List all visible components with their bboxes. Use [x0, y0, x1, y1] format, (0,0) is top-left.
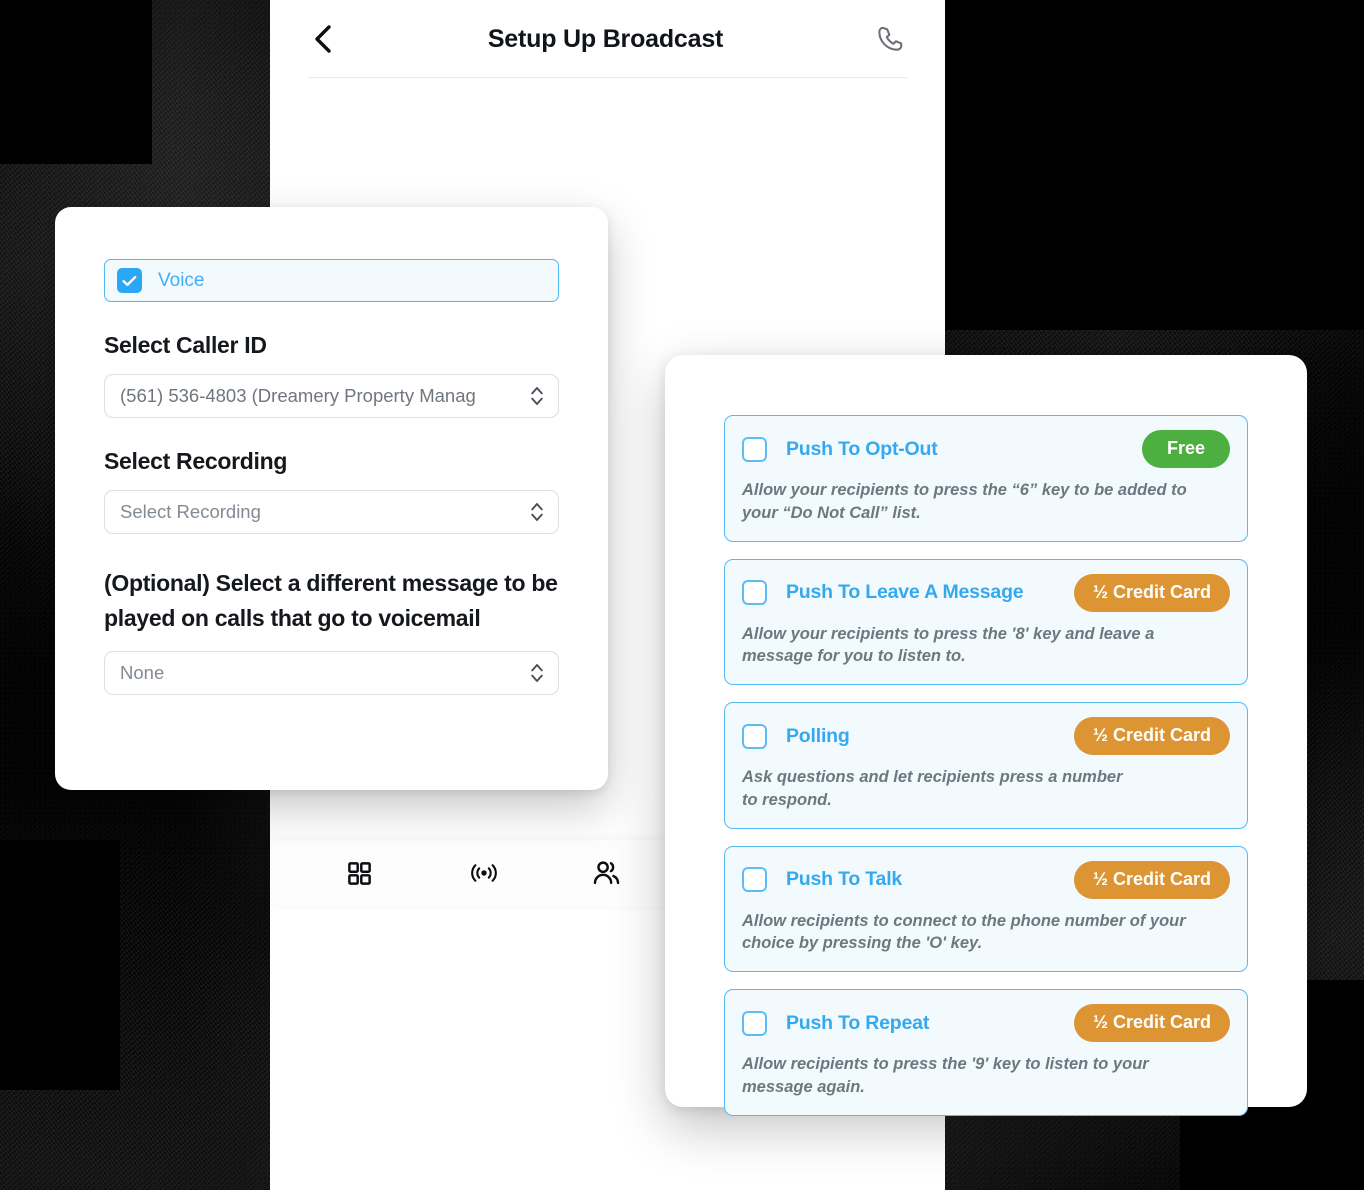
feature-card-header: Push To Repeat ½ Credit Card — [742, 1004, 1230, 1043]
voice-channel-toggle[interactable]: Voice — [104, 259, 559, 302]
call-button[interactable] — [873, 22, 907, 56]
header-divider — [308, 77, 907, 78]
feature-card[interactable]: Push To Talk ½ Credit Card Allow recipient… — [724, 845, 1248, 973]
feature-card[interactable]: Polling ½ Credit Card Ask questions and le… — [724, 702, 1248, 829]
feature-description: Allow recipients to connect to the phone… — [742, 911, 1186, 953]
contacts-people-icon — [594, 861, 620, 885]
feature-price-badge: ½ Credit Card — [1073, 573, 1230, 612]
caller-id-value: (561) 536-4803 (Dreamery Property Manag — [120, 385, 476, 406]
voicemail-message-label: (Optional) Select a different message to… — [104, 570, 558, 631]
feature-description: Ask questions and let recipients press a… — [742, 768, 1123, 809]
nav-contacts[interactable] — [578, 851, 636, 895]
broadcast-signal-icon — [470, 864, 497, 882]
recording-select[interactable]: Select Recording — [104, 490, 559, 534]
feature-description: Allow your recipients to press the “6” k… — [742, 481, 1187, 522]
feature-title: Push To Opt-Out — [786, 437, 938, 460]
feature-card-header: Push To Talk ½ Credit Card — [742, 860, 1230, 899]
chevron-left-icon — [315, 25, 331, 53]
backdrop-black-plate — [945, 0, 1364, 330]
feature-description: Allow your recipients to press the '8' k… — [742, 624, 1155, 666]
app-header: Setup Up Broadcast — [270, 0, 945, 78]
feature-checkbox[interactable] — [742, 580, 767, 606]
recording-label: Select Recording — [104, 448, 288, 474]
feature-checkbox[interactable] — [742, 867, 767, 893]
feature-card-header: Polling ½ Credit Card — [742, 717, 1230, 756]
feature-price-badge: ½ Credit Card — [1073, 860, 1230, 899]
caller-id-select[interactable]: (561) 536-4803 (Dreamery Property Manag — [104, 374, 559, 418]
feature-checkbox[interactable] — [742, 436, 767, 462]
chevron-updown-icon — [531, 503, 543, 521]
check-icon — [122, 275, 137, 286]
feature-title: Push To Talk — [786, 868, 903, 891]
feature-checkbox[interactable] — [742, 1010, 767, 1036]
feature-card-header: Push To Opt-Out Free — [742, 430, 1230, 468]
recording-value: Select Recording — [120, 501, 261, 522]
feature-card-header: Push To Leave A Message ½ Credit Card — [742, 573, 1230, 612]
caller-id-label: Select Caller ID — [104, 332, 267, 358]
voicemail-message-select[interactable]: None — [104, 650, 559, 695]
phone-icon — [878, 26, 903, 51]
back-button[interactable] — [308, 24, 338, 54]
voicemail-message-value: None — [120, 661, 165, 683]
interactive-features-panel: Push To Opt-Out Free Allow your recipients… — [665, 355, 1307, 1116]
feature-title: Push To Leave A Message — [786, 581, 1024, 604]
backdrop-black-plate — [0, 840, 120, 1090]
broadcast-compose-card: Voice Select Caller ID (561) 536-4803 (D… — [55, 207, 608, 790]
nav-broadcast[interactable] — [455, 851, 513, 895]
feature-card-list: Push To Opt-Out Free Allow your recipients… — [724, 415, 1248, 1116]
feature-title: Push To Repeat — [786, 1011, 930, 1034]
feature-card[interactable]: Push To Repeat ½ Credit Card Allow recipie… — [724, 989, 1248, 1116]
grid-dashboard-icon — [348, 861, 372, 885]
feature-price-badge: Free — [1141, 430, 1230, 468]
voice-checkbox-checked[interactable] — [117, 268, 142, 293]
chevron-updown-icon — [531, 387, 543, 405]
feature-checkbox[interactable] — [742, 723, 767, 749]
feature-card[interactable]: Push To Opt-Out Free Allow your recipients… — [724, 415, 1248, 542]
voice-label: Voice — [158, 269, 205, 291]
feature-price-badge: ½ Credit Card — [1073, 1004, 1230, 1043]
feature-price-badge: ½ Credit Card — [1073, 717, 1230, 756]
page-title: Setup Up Broadcast — [487, 24, 724, 53]
feature-description: Allow recipients to press the '9' key to… — [742, 1055, 1149, 1096]
screenshot-stage: Setup Up Broadcast Voice Select Caller I… — [0, 0, 1364, 1190]
chevron-updown-icon — [531, 663, 543, 682]
backdrop-black-plate — [0, 0, 152, 164]
feature-card[interactable]: Push To Leave A Message ½ Credit Card Allo… — [724, 558, 1248, 686]
nav-dashboard[interactable] — [331, 851, 389, 895]
feature-title: Polling — [786, 724, 850, 747]
